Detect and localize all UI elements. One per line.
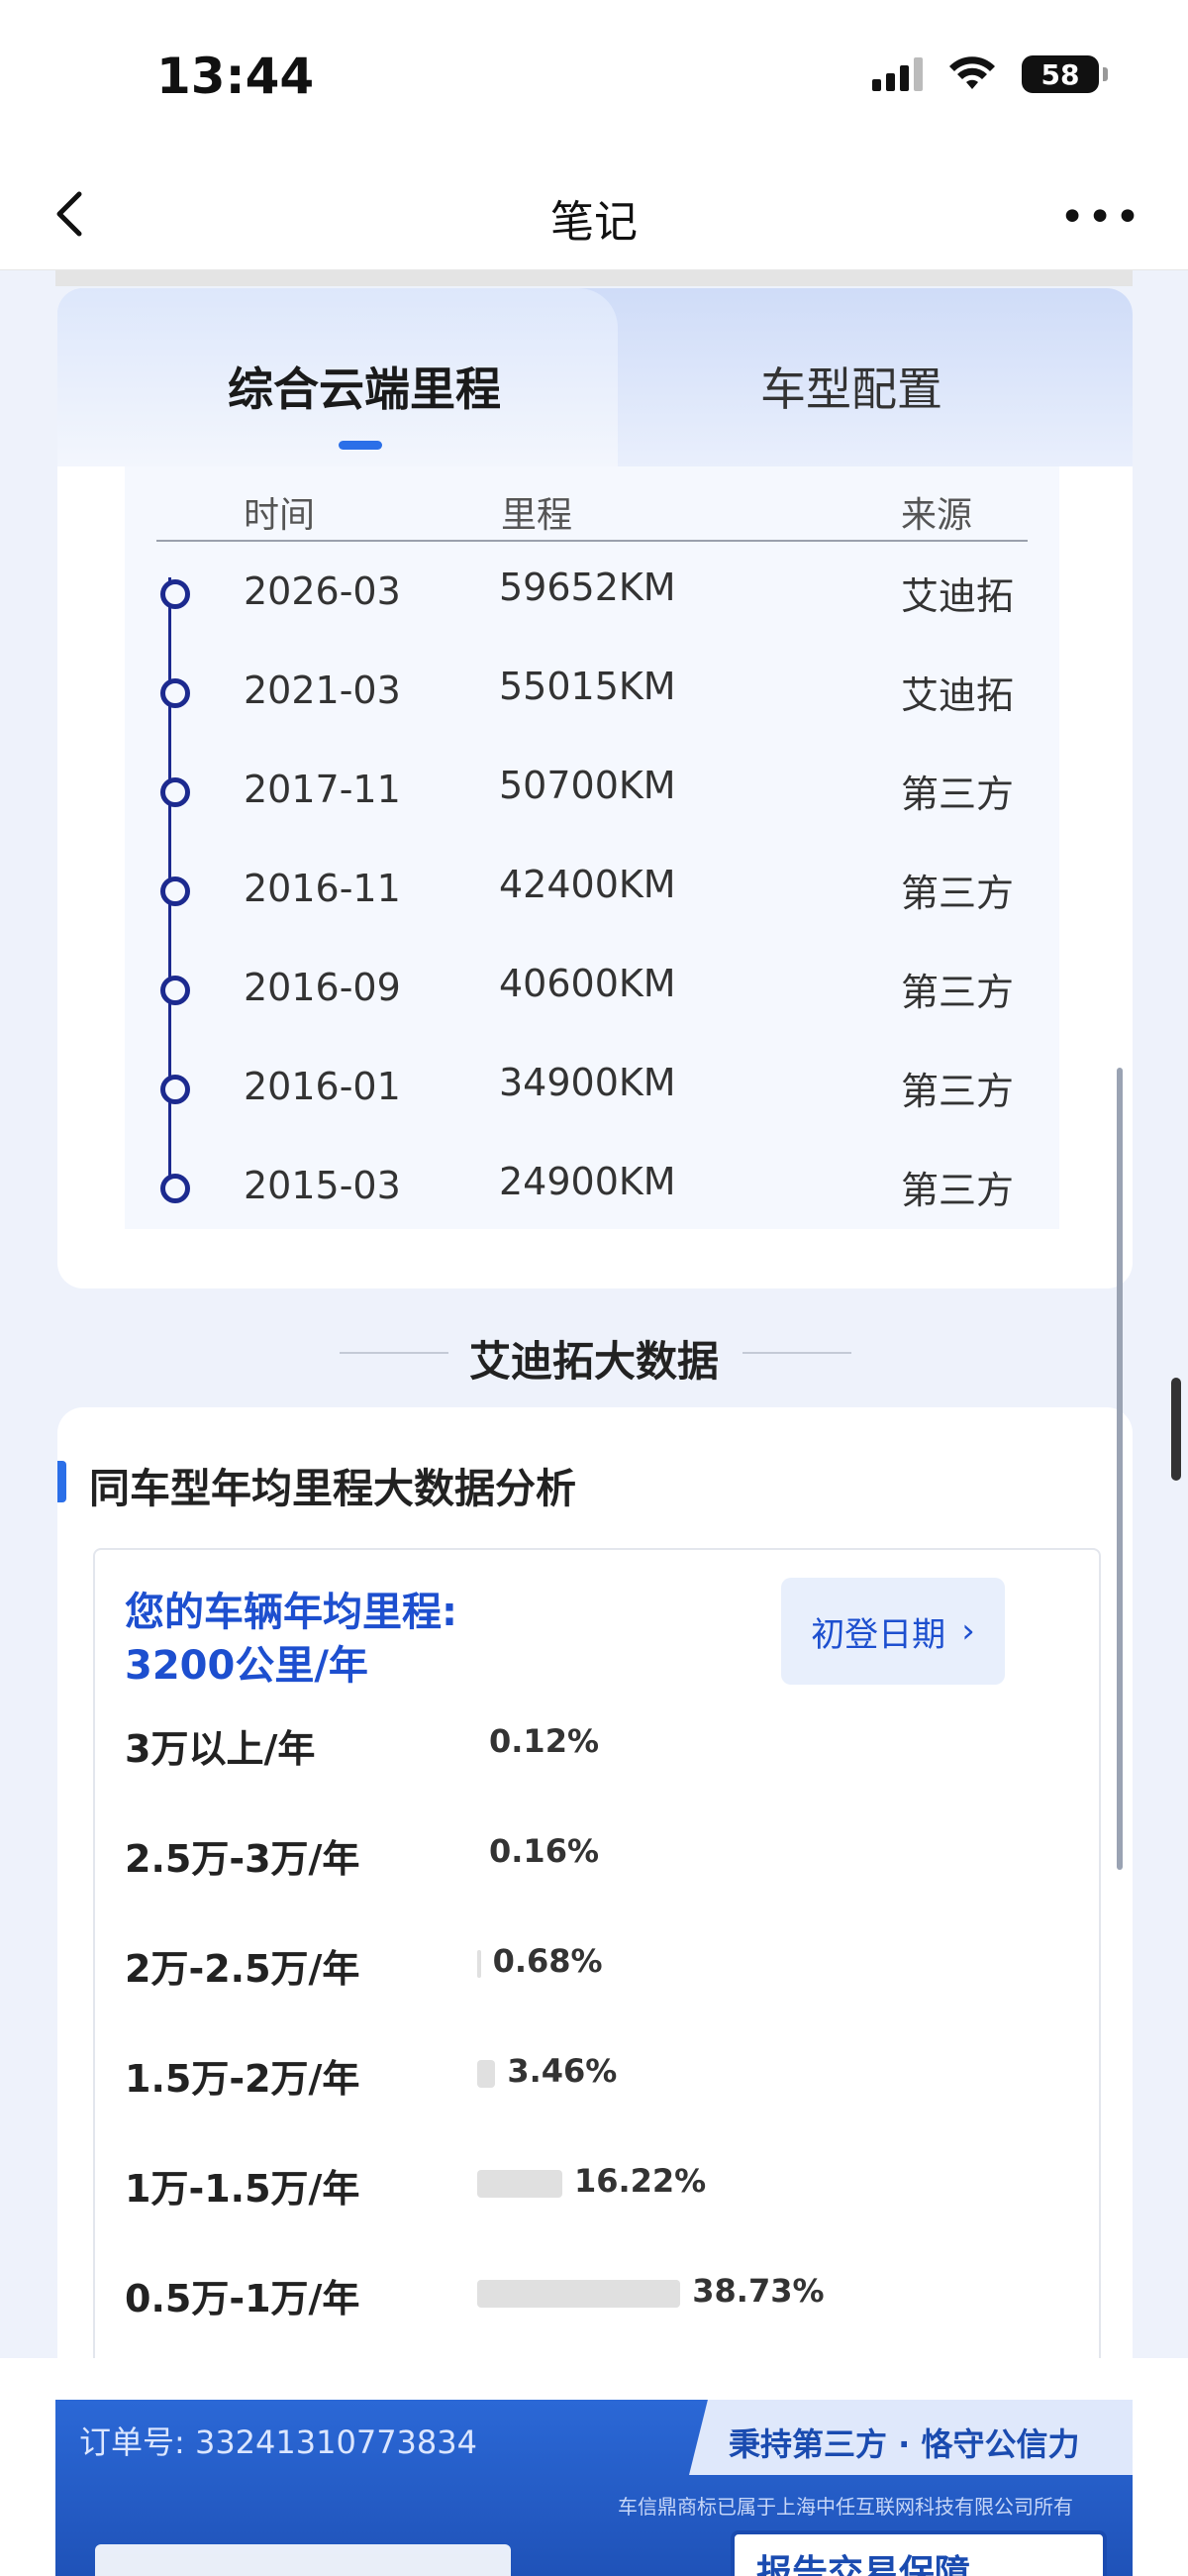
timeline-source: 第三方 bbox=[901, 773, 1015, 816]
timeline-time: 2017-11 bbox=[244, 768, 401, 811]
mileage-timeline: 时间 里程 来源 2026-03 59652KM 艾迪拓 2021-03 55015KM… bbox=[125, 466, 1059, 1229]
tab-cloud-mileage[interactable]: 综合云端里程 bbox=[228, 354, 501, 419]
timeline-source: 第三方 bbox=[901, 1169, 1015, 1212]
wifi-icon bbox=[949, 56, 995, 89]
nav-bar: 笔记 ••• bbox=[0, 158, 1188, 270]
distribution-label: 2.5万-3万/年 bbox=[125, 1837, 360, 1881]
distribution-label: 1万-1.5万/年 bbox=[125, 2167, 360, 2211]
average-mileage-label: 您的车辆年均里程: bbox=[125, 1590, 457, 1635]
timeline-mileage: 42400KM bbox=[499, 863, 676, 906]
section-title: 艾迪拓大数据 bbox=[468, 1337, 719, 1386]
distribution-bar bbox=[477, 1950, 481, 1978]
chevron-right-icon: › bbox=[961, 1611, 975, 1651]
transaction-guarantee-badge: 报告交易保障 bbox=[731, 2530, 1107, 2576]
distribution-label: 0.5万-1万/年 bbox=[125, 2277, 360, 2320]
status-icons: 58 bbox=[872, 55, 1108, 93]
order-number: 订单号: 33241310773834 bbox=[79, 2423, 477, 2461]
timeline-source: 第三方 bbox=[901, 872, 1015, 915]
date-button-label: 初登日期 bbox=[811, 1614, 946, 1655]
header-mileage: 里程 bbox=[501, 495, 573, 536]
distribution-bar bbox=[477, 2170, 562, 2198]
distribution-percent: 0.12% bbox=[489, 1722, 600, 1760]
timeline-mileage: 55015KM bbox=[499, 665, 676, 708]
timeline-time: 2026-03 bbox=[244, 569, 401, 613]
timeline-time: 2015-03 bbox=[244, 1164, 401, 1207]
timeline-dot-icon bbox=[160, 876, 190, 906]
average-mileage-value: 3200公里/年 bbox=[125, 1643, 368, 1689]
distribution-label: 3万以上/年 bbox=[125, 1727, 316, 1771]
timeline-mileage: 34900KM bbox=[499, 1061, 676, 1104]
timeline-time: 2016-01 bbox=[244, 1065, 401, 1108]
mileage-card: 综合云端里程 车型配置 时间 里程 来源 2026-03 59652KM 艾迪拓 20… bbox=[57, 288, 1133, 1288]
analysis-box: 您的车辆年均里程: 3200公里/年 初登日期 › 3万以上/年 0.12% 2.5… bbox=[93, 1548, 1101, 2358]
distribution-percent: 16.22% bbox=[573, 2162, 707, 2200]
status-bar: 13:44 58 bbox=[0, 0, 1188, 158]
status-time: 13:44 bbox=[156, 48, 315, 105]
cellular-signal-icon bbox=[872, 57, 923, 91]
timeline-time: 2016-11 bbox=[244, 867, 401, 910]
page-title: 笔记 bbox=[550, 197, 638, 248]
report-banner: 订单号: 33241310773834 秉持第三方 · 恪守公信力 车信鼎商标已… bbox=[55, 2400, 1133, 2576]
timeline-mileage: 24900KM bbox=[499, 1160, 676, 1203]
distribution-percent: 3.46% bbox=[507, 2052, 618, 2090]
distribution-percent: 0.16% bbox=[489, 1832, 600, 1870]
distribution-bar bbox=[477, 2280, 681, 2308]
analysis-card: 同车型年均里程大数据分析 您的车辆年均里程: 3200公里/年 初登日期 › 3… bbox=[57, 1407, 1133, 2358]
scrollbar-track[interactable] bbox=[1117, 1068, 1123, 1870]
content-area[interactable]: 综合云端里程 车型配置 时间 里程 来源 2026-03 59652KM 艾迪拓 20… bbox=[0, 270, 1188, 2358]
distribution-percent: 38.73% bbox=[692, 2272, 825, 2310]
distribution-label: 2万-2.5万/年 bbox=[125, 1947, 360, 1991]
timeline-source: 艾迪拓 bbox=[901, 673, 1015, 717]
tab-active-indicator bbox=[339, 441, 382, 450]
battery-icon: 58 bbox=[1022, 55, 1108, 93]
distribution-percent: 0.68% bbox=[492, 1942, 603, 1980]
header-divider bbox=[156, 540, 1028, 542]
timeline-dot-icon bbox=[160, 579, 190, 609]
section-header: 艾迪拓大数据 bbox=[0, 1318, 1188, 1388]
timeline-time: 2016-09 bbox=[244, 966, 401, 1009]
timeline-dot-icon bbox=[160, 678, 190, 708]
timeline-source: 第三方 bbox=[901, 1070, 1015, 1113]
timeline-dot-icon bbox=[160, 1075, 190, 1104]
first-registration-date-button[interactable]: 初登日期 › bbox=[781, 1578, 1005, 1685]
timeline-dot-icon bbox=[160, 1174, 190, 1203]
timeline-source: 第三方 bbox=[901, 971, 1015, 1014]
timeline-mileage: 40600KM bbox=[499, 962, 676, 1005]
more-icon[interactable]: ••• bbox=[1059, 192, 1142, 243]
scrollbar-handle[interactable] bbox=[1171, 1378, 1181, 1481]
timeline-mileage: 59652KM bbox=[499, 566, 676, 609]
tab-bar: 综合云端里程 车型配置 bbox=[57, 288, 1133, 466]
slogan: 秉持第三方 · 恪守公信力 bbox=[729, 2425, 1080, 2463]
divider-right bbox=[742, 1352, 851, 1354]
timeline-source: 艾迪拓 bbox=[901, 574, 1015, 618]
timeline-dot-icon bbox=[160, 976, 190, 1005]
analysis-title: 同车型年均里程大数据分析 bbox=[89, 1465, 576, 1512]
header-time: 时间 bbox=[244, 495, 316, 536]
brand-logo-icon bbox=[95, 2544, 511, 2576]
timeline-dot-icon bbox=[160, 777, 190, 807]
company-notice: 车信鼎商标已属于上海中任互联网科技有限公司所有 bbox=[618, 2495, 1073, 2519]
previous-card-edge bbox=[55, 270, 1133, 286]
tab-vehicle-config[interactable]: 车型配置 bbox=[760, 354, 942, 419]
distribution-label: 1.5万-2万/年 bbox=[125, 2057, 360, 2101]
distribution-bar bbox=[477, 2060, 496, 2088]
timeline-time: 2021-03 bbox=[244, 669, 401, 712]
header-source: 来源 bbox=[901, 495, 973, 536]
title-accent-bar bbox=[57, 1461, 66, 1502]
timeline-mileage: 50700KM bbox=[499, 764, 676, 807]
